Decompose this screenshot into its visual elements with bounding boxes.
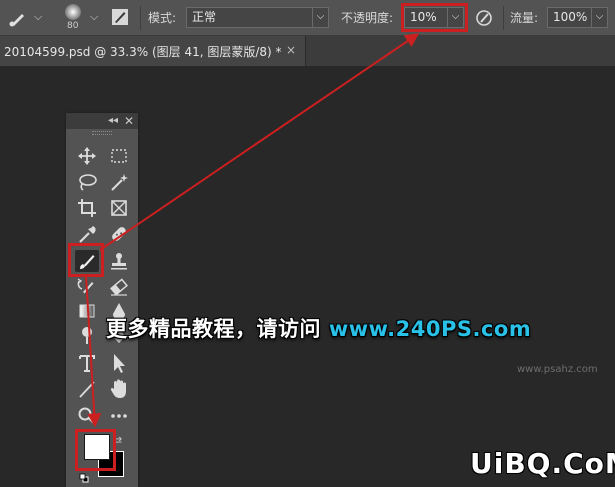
mode-dropdown-caret[interactable]: ⌵ [312,8,328,27]
close-panel-icon[interactable]: ✕ [124,113,134,129]
mode-label: 模式: [148,11,177,25]
document-tab-title: 20104599.psd @ 33.3% (图层 41, 图层蒙版/8) * [4,45,282,59]
flow-dropdown[interactable]: 100% ⌵ [547,7,608,28]
brush-preset-icon[interactable] [8,9,30,27]
healing-brush-tool-icon[interactable] [107,223,131,245]
line-tool-icon[interactable] [75,378,99,400]
brush-size-value: 80 [67,21,79,31]
pressure-opacity-icon[interactable] [474,8,494,28]
more-tools-icon[interactable] [107,405,131,427]
brush-size-caret[interactable]: ⌵ [90,9,98,25]
clone-stamp-tool-icon[interactable] [107,250,131,272]
site-watermark: UiBQ.CoM [470,447,615,480]
magic-wand-tool-icon[interactable] [107,171,131,193]
crop-tool-icon[interactable] [75,197,99,219]
frame-tool-icon[interactable] [107,197,131,219]
tools-panel-header[interactable]: ◂◂ ✕ [66,113,138,129]
opacity-highlight-box [401,3,468,32]
brush-tool-highlight-box [68,243,104,277]
zoom-tool-icon[interactable] [75,405,99,427]
rectangular-marquee-tool-icon[interactable] [107,145,131,167]
flow-label: 流量: [510,11,539,25]
move-tool-icon[interactable] [75,145,99,167]
document-tab-bar: 20104599.psd @ 33.3% (图层 41, 图层蒙版/8) * × [0,36,615,66]
eyedropper-tool-icon[interactable] [75,223,99,245]
history-brush-tool-icon[interactable] [75,276,99,298]
promo-url-link[interactable]: www.240PS.com [329,317,531,341]
toolbar-divider [140,6,141,30]
document-tab[interactable]: 20104599.psd @ 33.3% (图层 41, 图层蒙版/8) * × [0,36,306,66]
dodge-tool-icon[interactable] [75,324,99,346]
brush-size-preview-icon[interactable] [63,2,83,22]
promo-text: 更多精品教程，请访问 www.240PS.com [106,313,531,343]
brush-settings-panel-icon[interactable] [111,8,129,26]
flow-dropdown-caret[interactable]: ⌵ [591,8,607,27]
opacity-label: 不透明度: [341,11,394,25]
foreground-swatch-highlight-box [75,429,116,471]
collapse-panel-icon[interactable]: ◂◂ [108,114,118,128]
lasso-tool-icon[interactable] [75,171,99,193]
options-bar: ⌵ 80 ⌵ 模式: 正常 ⌵ 不透明度: 10% ⌵ 流量: 100% ⌵ [0,0,615,36]
toolbar-divider [503,6,504,30]
gradient-tool-icon[interactable] [75,300,99,322]
promo-text-label: 更多精品教程，请访问 [106,317,329,341]
hand-tool-icon[interactable] [107,378,131,400]
flow-value[interactable]: 100% [553,10,587,24]
brush-preset-caret[interactable]: ⌵ [34,9,42,25]
eraser-tool-icon[interactable] [107,276,131,298]
document-tab-close-icon[interactable]: × [286,43,296,57]
mode-value: 正常 [192,10,217,24]
path-selection-tool-icon[interactable] [107,352,131,374]
small-watermark: www.psahz.com [517,364,598,375]
panel-grip[interactable] [92,131,112,135]
type-tool-icon[interactable] [75,352,99,374]
mode-dropdown[interactable]: 正常 ⌵ [186,7,329,28]
